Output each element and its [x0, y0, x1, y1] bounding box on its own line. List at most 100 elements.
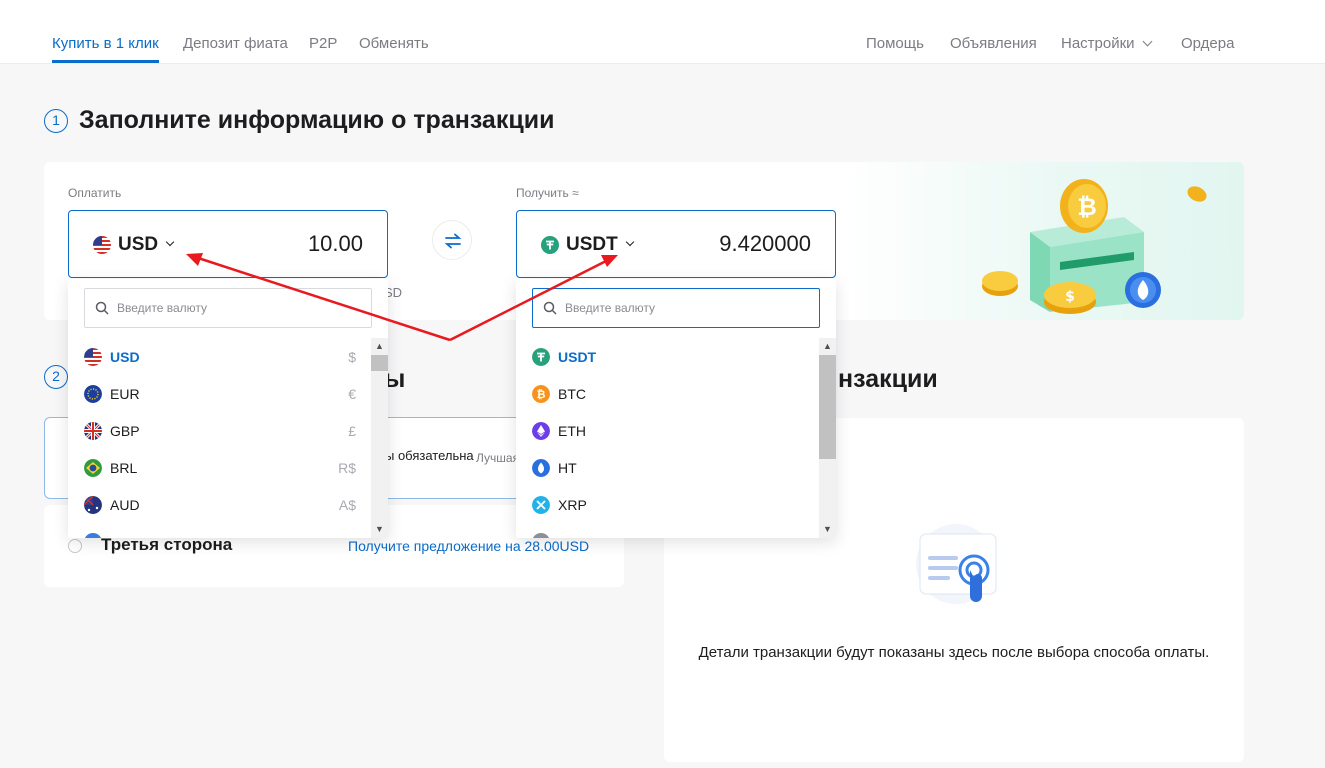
- crypto-search-box: [532, 288, 820, 328]
- fiat-search-box: [84, 288, 372, 328]
- search-icon: [543, 301, 557, 315]
- nav-orders[interactable]: Ордера: [1181, 35, 1234, 52]
- search-icon: [95, 301, 109, 315]
- huobi-token-icon: [532, 459, 550, 477]
- scroll-up-icon[interactable]: ▲: [371, 338, 388, 355]
- fiat-list-scrollbar[interactable]: ▲ ▼: [371, 338, 388, 538]
- receive-amount-input[interactable]: [651, 231, 811, 257]
- tether-icon: [532, 348, 550, 366]
- payment-required-text: ы обязательна: [385, 448, 474, 463]
- step3-title-partial: нзакции: [838, 365, 938, 393]
- details-placeholder-text: Детали транзакции будут показаны здесь п…: [698, 644, 1210, 661]
- list-item-eth[interactable]: ETH: [516, 412, 836, 449]
- currency-code: EUR: [110, 386, 140, 402]
- list-item-brl[interactable]: BRL R$: [68, 449, 388, 486]
- currency-symbol: R$: [338, 460, 356, 476]
- flag-icon: [84, 533, 102, 538]
- crypto-currency-list: USDT ₿ BTC ETH HT XRP: [516, 338, 836, 538]
- svg-text:₿: ₿: [537, 388, 546, 401]
- fiat-currency-list: USD $ EUR € GBP £ BRL R$ AUD A$: [68, 338, 388, 538]
- active-tab-underline: [52, 60, 159, 63]
- currency-symbol: A$: [338, 497, 356, 513]
- receive-amount-box: USDT: [516, 210, 836, 278]
- scroll-thumb[interactable]: [819, 355, 836, 459]
- crypto-search-input[interactable]: [565, 289, 805, 327]
- step-number-2: 2: [44, 365, 68, 389]
- swap-button[interactable]: [432, 220, 472, 260]
- list-item-partial[interactable]: [516, 523, 836, 538]
- list-item-gbp[interactable]: GBP £: [68, 412, 388, 449]
- tab-p2p[interactable]: P2P: [309, 35, 337, 52]
- nav-announcements[interactable]: Объявления: [950, 35, 1037, 52]
- crypto-list-scrollbar[interactable]: ▲ ▼: [819, 338, 836, 538]
- fiat-currency-dropdown: USD $ EUR € GBP £: [68, 279, 388, 538]
- ethereum-icon: [532, 422, 550, 440]
- step-title: Заполните информацию о транзакции: [79, 106, 555, 134]
- chevron-down-icon: [1142, 36, 1153, 47]
- tab-fiat-deposit[interactable]: Депозит фиата: [183, 35, 288, 52]
- uk-flag-icon: [84, 422, 102, 440]
- pay-amount-input[interactable]: [203, 231, 363, 257]
- svg-text:₿: ₿: [1077, 193, 1097, 221]
- list-item-aud[interactable]: AUD A$: [68, 486, 388, 523]
- fiat-search-input[interactable]: [117, 289, 357, 327]
- currency-code: BRL: [110, 460, 138, 476]
- currency-symbol: €: [348, 386, 356, 402]
- currency-code: GBP: [110, 423, 140, 439]
- list-item-btc[interactable]: ₿ BTC: [516, 375, 836, 412]
- tab-buy-one-click[interactable]: Купить в 1 клик: [52, 35, 159, 52]
- swap-icon: [444, 233, 462, 249]
- tab-exchange[interactable]: Обменять: [359, 35, 429, 52]
- scroll-down-icon[interactable]: ▼: [371, 521, 388, 538]
- receive-label: Получить ≈: [516, 186, 579, 200]
- coin-icon: [532, 533, 550, 538]
- receive-currency-selector[interactable]: USDT: [541, 234, 634, 256]
- au-flag-icon: [84, 496, 102, 514]
- list-item-ht[interactable]: HT: [516, 449, 836, 486]
- tether-icon: [541, 236, 559, 254]
- list-item-usdt[interactable]: USDT: [516, 338, 836, 375]
- scroll-thumb[interactable]: [371, 355, 388, 371]
- br-flag-icon: [84, 459, 102, 477]
- list-item-usd[interactable]: USD $: [68, 338, 388, 375]
- nav-settings-label: Настройки: [1061, 35, 1135, 52]
- currency-code: XRP: [558, 497, 587, 513]
- xrp-icon: [532, 496, 550, 514]
- us-flag-icon: [93, 236, 111, 254]
- nav-help[interactable]: Помощь: [866, 35, 924, 52]
- currency-code: USD: [110, 349, 140, 365]
- nav-settings[interactable]: Настройки: [1061, 35, 1153, 52]
- pay-currency-selector[interactable]: USD: [93, 234, 175, 256]
- svg-text:$: $: [1065, 289, 1075, 305]
- chevron-down-icon: [165, 237, 175, 247]
- eu-flag-icon: [84, 385, 102, 403]
- payment-best-text: Лучшая: [476, 451, 520, 465]
- coins-illustration: ₿ $: [844, 162, 1244, 320]
- pay-label: Оплатить: [68, 186, 122, 200]
- currency-symbol: £: [348, 423, 356, 439]
- crypto-currency-dropdown: USDT ₿ BTC ETH HT: [516, 279, 836, 538]
- offer-link[interactable]: Получите предложение на 28.00USD: [348, 538, 589, 554]
- currency-code: USDT: [558, 349, 597, 365]
- third-party-radio[interactable]: [68, 539, 82, 553]
- top-navigation: Купить в 1 клик Депозит фиата P2P Обменя…: [0, 0, 1325, 64]
- scroll-down-icon[interactable]: ▼: [819, 521, 836, 538]
- currency-code: AUD: [110, 497, 140, 513]
- currency-code: BTC: [558, 386, 586, 402]
- tap-hand-illustration: [916, 524, 997, 604]
- receive-currency-code: USDT: [566, 234, 618, 255]
- third-party-label: Третья сторона: [101, 535, 233, 554]
- scroll-up-icon[interactable]: ▲: [819, 338, 836, 355]
- list-item-eur[interactable]: EUR €: [68, 375, 388, 412]
- currency-symbol: $: [348, 349, 356, 365]
- list-item-partial[interactable]: [68, 523, 388, 538]
- chevron-down-icon: [625, 237, 634, 247]
- pay-amount-box: USD: [68, 210, 388, 278]
- step-number: 1: [44, 109, 68, 133]
- bitcoin-icon: ₿: [532, 385, 550, 403]
- list-item-xrp[interactable]: XRP: [516, 486, 836, 523]
- pay-currency-code: USD: [118, 234, 159, 255]
- us-flag-icon: [84, 348, 102, 366]
- currency-code: ETH: [558, 423, 586, 439]
- currency-code: HT: [558, 460, 577, 476]
